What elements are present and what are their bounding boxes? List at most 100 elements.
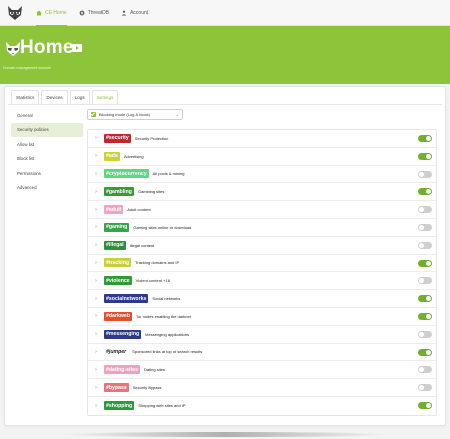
sidebar-item-security-policies[interactable]: Security policies bbox=[11, 122, 83, 137]
blocking-mode-select[interactable]: Blocking mode (Log & block) ⌄ bbox=[87, 109, 183, 120]
policy-toggle[interactable] bbox=[418, 241, 432, 249]
toggle-knob bbox=[426, 260, 431, 266]
policy-description: Dating sites bbox=[144, 367, 165, 373]
policy-row[interactable]: › #illegal Illegal content bbox=[88, 237, 436, 255]
policy-toggle[interactable] bbox=[418, 152, 432, 160]
policy-description: Security Protection bbox=[134, 135, 169, 141]
policy-toggle[interactable] bbox=[418, 366, 432, 374]
policy-row[interactable]: › #ads Advertising bbox=[88, 148, 436, 166]
tab-devices[interactable]: Devices bbox=[41, 90, 68, 104]
policy-toggle[interactable] bbox=[418, 223, 432, 231]
nav-label: ThreatDB bbox=[87, 9, 110, 16]
toggle-knob bbox=[426, 349, 431, 355]
chevron-right-icon[interactable]: › bbox=[88, 207, 104, 213]
policy-row[interactable]: › #messenging Messenging applications bbox=[88, 326, 436, 344]
policy-toggle[interactable] bbox=[418, 206, 432, 214]
policy-row[interactable]: › #darkweb Tor nodes enabling the darknet bbox=[88, 308, 436, 326]
sidebar-item-allow-list[interactable]: Allow list bbox=[11, 137, 83, 151]
top-navigation-bar: CE Home ThreatDB Account bbox=[0, 0, 450, 26]
policy-row[interactable]: › #socialnetworks Social networks bbox=[88, 290, 436, 308]
policy-row[interactable]: › #security Security Protection bbox=[88, 130, 436, 148]
policy-tag: #darkweb bbox=[104, 311, 132, 321]
chevron-right-icon[interactable]: › bbox=[88, 171, 104, 177]
chevron-right-icon[interactable]: › bbox=[88, 349, 104, 355]
policy-row[interactable]: › #dating-sites Dating sites bbox=[88, 361, 436, 380]
policy-description: Messenging applications bbox=[145, 331, 189, 337]
policy-tag: #ads bbox=[104, 151, 120, 161]
policy-tag: #dating-sites bbox=[104, 365, 140, 375]
policy-row[interactable]: › #tracking Tracking domains and IP bbox=[88, 255, 436, 273]
toggle-knob bbox=[419, 278, 424, 284]
sidebar-item-general[interactable]: General bbox=[11, 108, 83, 122]
policy-toggle[interactable] bbox=[418, 384, 432, 392]
chevron-right-icon[interactable]: › bbox=[88, 385, 104, 391]
video-play-icon[interactable] bbox=[72, 44, 82, 52]
toggle-knob bbox=[426, 296, 431, 302]
policy-description: Tor nodes enabling the darknet bbox=[135, 313, 191, 319]
main-nav: CE Home ThreatDB Account bbox=[36, 0, 160, 26]
policy-row[interactable]: › #gambling Gambling sites bbox=[88, 183, 436, 202]
toggle-knob bbox=[419, 331, 424, 337]
policy-toggle[interactable] bbox=[418, 135, 432, 142]
nav-account[interactable]: Account bbox=[121, 0, 148, 26]
house-icon bbox=[36, 10, 42, 16]
toggle-knob bbox=[426, 313, 431, 319]
tabs-divider bbox=[8, 104, 442, 105]
toggle-knob bbox=[419, 207, 424, 213]
policy-tag: #jumper bbox=[104, 347, 129, 357]
chevron-right-icon[interactable]: › bbox=[88, 331, 104, 337]
settings-sidebar: General Security policies Allow list Blo… bbox=[11, 108, 83, 195]
chevron-right-icon[interactable]: › bbox=[88, 260, 104, 266]
policy-row[interactable]: › #shopping Shopping web sites and IP bbox=[88, 397, 436, 415]
chevron-right-icon[interactable]: › bbox=[88, 135, 104, 141]
chevron-right-icon[interactable]: › bbox=[88, 224, 104, 230]
chevron-right-icon[interactable]: › bbox=[88, 296, 104, 302]
window-shadow bbox=[60, 432, 390, 437]
policy-row[interactable]: › #bypass Security Bypass bbox=[88, 379, 436, 397]
policy-toggle[interactable] bbox=[418, 170, 432, 178]
tab-logs[interactable]: Logs bbox=[69, 90, 90, 104]
policy-toggle[interactable] bbox=[418, 330, 432, 338]
policy-description: Gaming sites online or download bbox=[133, 224, 192, 230]
policy-tag: #adult bbox=[104, 205, 124, 215]
blocking-mode-label: Blocking mode (Log & block) bbox=[99, 112, 150, 117]
sidebar-item-block-list[interactable]: Block list bbox=[11, 152, 83, 166]
nav-label: Account bbox=[130, 9, 149, 16]
chevron-right-icon[interactable]: › bbox=[88, 189, 104, 195]
raccoon-logo-icon[interactable] bbox=[2, 0, 28, 26]
policy-toggle[interactable] bbox=[418, 259, 432, 267]
policy-toggle[interactable] bbox=[418, 295, 432, 303]
policy-row[interactable]: › #gaming Gaming sites online or download bbox=[88, 219, 436, 237]
policy-tag: #gaming bbox=[104, 222, 130, 232]
policy-row[interactable]: › #violence Violent content +16 bbox=[88, 272, 436, 291]
chevron-right-icon[interactable]: › bbox=[88, 153, 104, 159]
chevron-right-icon[interactable]: › bbox=[88, 367, 104, 373]
nav-threatdb[interactable]: ThreatDB bbox=[79, 0, 109, 26]
nav-label: CE Home bbox=[45, 9, 67, 16]
policy-tag: #tracking bbox=[104, 258, 132, 268]
policy-toggle[interactable] bbox=[418, 277, 432, 285]
chevron-right-icon[interactable]: › bbox=[88, 403, 104, 409]
policy-tag: #cryptocurrency bbox=[104, 169, 149, 179]
chevron-right-icon[interactable]: › bbox=[88, 242, 104, 248]
policy-row[interactable]: › #cryptocurrency All pools & mining bbox=[88, 166, 436, 184]
policy-tag: #socialnetworks bbox=[104, 294, 149, 304]
sidebar-item-permissions[interactable]: Permissions bbox=[11, 166, 83, 180]
nav-ce-home[interactable]: CE Home bbox=[36, 0, 67, 26]
chevron-right-icon[interactable]: › bbox=[88, 278, 104, 284]
policy-toggle[interactable] bbox=[418, 188, 432, 196]
tab-settings[interactable]: Settings bbox=[91, 90, 119, 104]
checkbox-checked-icon[interactable] bbox=[91, 112, 96, 117]
settings-card: Statistics Devices Logs Settings General… bbox=[4, 86, 446, 426]
chevron-right-icon[interactable]: › bbox=[88, 313, 104, 319]
toggle-knob bbox=[426, 402, 431, 408]
policy-toggle[interactable] bbox=[418, 401, 432, 409]
person-icon bbox=[121, 10, 127, 16]
tab-statistics[interactable]: Statistics bbox=[11, 90, 40, 104]
toggle-knob bbox=[426, 136, 431, 141]
policy-toggle[interactable] bbox=[418, 348, 432, 356]
sidebar-item-advanced[interactable]: Advanced bbox=[11, 181, 83, 195]
policy-row[interactable]: › #jumper Sponsored links at top of search… bbox=[88, 344, 436, 362]
policy-toggle[interactable] bbox=[418, 312, 432, 320]
policy-row[interactable]: › #adult Adult content bbox=[88, 201, 436, 219]
